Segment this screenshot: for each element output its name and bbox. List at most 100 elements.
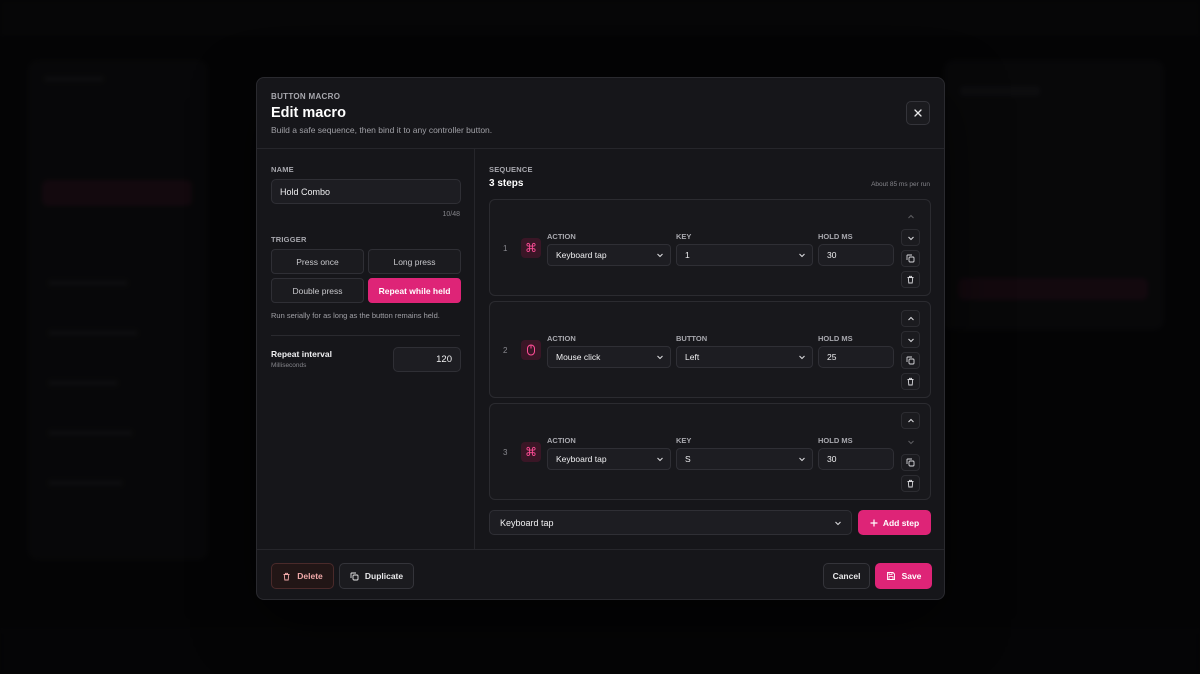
step-hold-ms-input[interactable] bbox=[818, 244, 894, 266]
delete-step-button[interactable] bbox=[901, 475, 920, 492]
move-down-button bbox=[901, 433, 920, 450]
chevron-down-icon bbox=[907, 338, 914, 342]
duplicate-step-button[interactable] bbox=[901, 352, 920, 369]
step-action-value: Keyboard tap bbox=[556, 250, 607, 260]
save-icon bbox=[886, 572, 895, 580]
duplicate-label: Duplicate bbox=[364, 571, 404, 581]
mouse-icon bbox=[521, 340, 541, 360]
trigger-label: TRIGGER bbox=[271, 235, 307, 244]
step-hold-ms-input[interactable] bbox=[818, 346, 894, 368]
step-key-value: 1 bbox=[685, 250, 690, 260]
delete-step-button[interactable] bbox=[901, 373, 920, 390]
trigger-repeat-while-held[interactable]: Repeat while held bbox=[368, 278, 461, 303]
action-label: ACTION bbox=[547, 436, 576, 445]
add-step-button[interactable]: Add step bbox=[858, 510, 931, 535]
trash-icon bbox=[907, 479, 914, 488]
step-number: 1 bbox=[503, 244, 508, 253]
trigger-hint: Run serially for as long as the button r… bbox=[271, 311, 440, 320]
name-char-counter: 10/48 bbox=[442, 211, 460, 218]
command-icon: ⌘ bbox=[521, 442, 541, 462]
key-label: KEY bbox=[676, 436, 692, 445]
trash-icon bbox=[283, 572, 290, 580]
plus-icon bbox=[870, 518, 878, 527]
sequence-step-2: 2 ACTION Mouse click BUTTON Left HOLD MS bbox=[489, 301, 931, 398]
chevron-down-icon bbox=[907, 440, 914, 444]
chevron-up-icon bbox=[907, 214, 914, 218]
move-up-button[interactable] bbox=[901, 310, 920, 327]
add-step-label: Add step bbox=[882, 517, 920, 528]
step-button-value: Left bbox=[685, 352, 700, 362]
trigger-double-press[interactable]: Double press bbox=[271, 278, 364, 303]
macro-name-input[interactable] bbox=[271, 179, 461, 204]
action-label: ACTION bbox=[547, 334, 576, 343]
chevron-down-icon bbox=[657, 457, 663, 462]
step-button-select[interactable]: Left bbox=[676, 346, 813, 368]
new-step-type-value: Keyboard tap bbox=[500, 517, 554, 528]
move-up-button[interactable] bbox=[901, 412, 920, 429]
delete-button[interactable]: Delete bbox=[271, 563, 334, 589]
delete-label: Delete bbox=[297, 571, 323, 581]
copy-icon bbox=[906, 356, 915, 365]
sequence-runtime: About 85 ms per run bbox=[871, 181, 930, 188]
sequence-label: SEQUENCE bbox=[489, 165, 533, 174]
chevron-down-icon bbox=[799, 355, 805, 360]
step-action-select[interactable]: Mouse click bbox=[547, 346, 671, 368]
step-key-value: S bbox=[685, 454, 691, 464]
dialog-footer: Delete Duplicate Cancel Save bbox=[257, 549, 944, 599]
action-label: ACTION bbox=[547, 232, 576, 241]
step-hold-ms-input[interactable] bbox=[818, 448, 894, 470]
step-key-select[interactable]: 1 bbox=[676, 244, 813, 266]
move-up-button bbox=[901, 208, 920, 225]
sequence-step-3: 3 ⌘ ACTION Keyboard tap KEY S HOLD MS bbox=[489, 403, 931, 500]
close-icon bbox=[914, 109, 922, 117]
duplicate-button[interactable]: Duplicate bbox=[339, 563, 414, 589]
chevron-down-icon bbox=[657, 253, 663, 258]
dialog-header: BUTTON MACRO Edit macro Build a safe seq… bbox=[257, 78, 944, 149]
repeat-interval-input[interactable] bbox=[393, 347, 461, 372]
chevron-down-icon bbox=[657, 355, 663, 360]
hold-ms-label: HOLD MS bbox=[818, 334, 853, 343]
step-action-select[interactable]: Keyboard tap bbox=[547, 244, 671, 266]
edit-macro-dialog: BUTTON MACRO Edit macro Build a safe seq… bbox=[256, 77, 945, 600]
trash-icon bbox=[907, 275, 914, 284]
copy-icon bbox=[906, 458, 915, 467]
button-label: BUTTON bbox=[676, 334, 708, 343]
sequence-panel: SEQUENCE 3 steps About 85 ms per run 1 ⌘… bbox=[475, 149, 944, 549]
copy-icon bbox=[906, 254, 915, 263]
new-step-type-select[interactable]: Keyboard tap bbox=[489, 510, 852, 535]
repeat-interval-label: Repeat interval bbox=[271, 349, 332, 359]
command-icon: ⌘ bbox=[521, 238, 541, 258]
name-label: NAME bbox=[271, 165, 294, 174]
save-button[interactable]: Save bbox=[875, 563, 932, 589]
chevron-down-icon bbox=[907, 236, 914, 240]
trigger-press-once[interactable]: Press once bbox=[271, 249, 364, 274]
dialog-eyebrow: BUTTON MACRO bbox=[271, 92, 341, 101]
trash-icon bbox=[907, 377, 914, 386]
step-key-select[interactable]: S bbox=[676, 448, 813, 470]
copy-icon bbox=[350, 572, 359, 580]
step-action-select[interactable]: Keyboard tap bbox=[547, 448, 671, 470]
chevron-down-icon bbox=[799, 253, 805, 258]
key-label: KEY bbox=[676, 232, 692, 241]
duplicate-step-button[interactable] bbox=[901, 454, 920, 471]
move-down-button[interactable] bbox=[901, 331, 920, 348]
chevron-down-icon bbox=[835, 521, 841, 526]
cancel-button[interactable]: Cancel bbox=[823, 563, 870, 589]
save-label: Save bbox=[901, 571, 922, 581]
duplicate-step-button[interactable] bbox=[901, 250, 920, 267]
trigger-long-press[interactable]: Long press bbox=[368, 249, 461, 274]
step-number: 3 bbox=[503, 448, 508, 457]
cancel-label: Cancel bbox=[832, 571, 861, 581]
section-divider bbox=[271, 335, 460, 336]
dialog-title: Edit macro bbox=[271, 105, 346, 121]
hold-ms-label: HOLD MS bbox=[818, 232, 853, 241]
move-down-button[interactable] bbox=[901, 229, 920, 246]
chevron-up-icon bbox=[907, 418, 914, 422]
step-action-value: Keyboard tap bbox=[556, 454, 607, 464]
delete-step-button[interactable] bbox=[901, 271, 920, 288]
close-button[interactable] bbox=[906, 101, 930, 125]
sequence-step-count: 3 steps bbox=[489, 178, 524, 189]
repeat-interval-unit: Milliseconds bbox=[271, 362, 307, 369]
sequence-step-1: 1 ⌘ ACTION Keyboard tap KEY 1 HOLD MS bbox=[489, 199, 931, 296]
hold-ms-label: HOLD MS bbox=[818, 436, 853, 445]
